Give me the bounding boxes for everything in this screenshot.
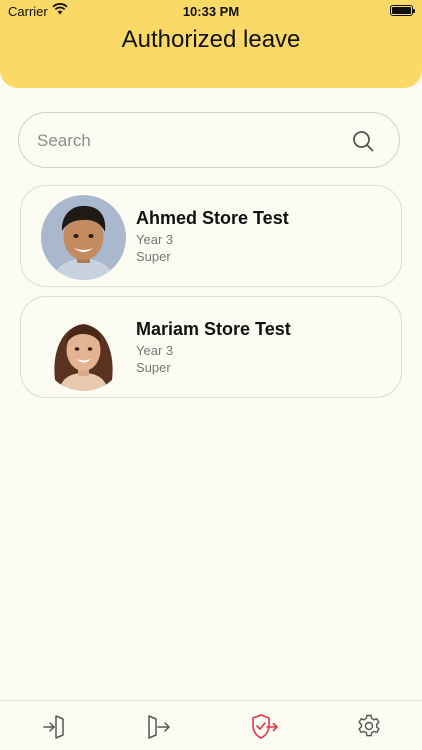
student-card[interactable]: Ahmed Store Test Year 3 Super [20, 185, 402, 287]
search-input[interactable] [37, 125, 337, 157]
entry-icon[interactable] [41, 713, 67, 739]
avatar [41, 195, 126, 280]
student-name: Mariam Store Test [136, 319, 291, 339]
student-year: Year 3 [136, 232, 174, 247]
tab-bar [0, 700, 422, 750]
search-bar[interactable] [18, 112, 400, 168]
gear-icon[interactable] [356, 713, 382, 739]
student-year: Year 3 [136, 343, 174, 358]
avatar [41, 306, 126, 391]
student-name: Ahmed Store Test [136, 208, 289, 228]
authorized-leave-icon[interactable] [250, 713, 278, 739]
header: Carrier 10:33 PM Authorized leave [0, 0, 422, 88]
exit-icon[interactable] [146, 713, 172, 739]
page-title: Authorized leave [121, 26, 301, 53]
student-card[interactable]: Mariam Store Test Year 3 Super [20, 296, 402, 398]
status-bar: Carrier 10:33 PM [0, 0, 422, 22]
student-level: Super [136, 360, 171, 375]
battery-icon [390, 5, 415, 16]
search-icon[interactable] [351, 129, 375, 153]
clock: 10:33 PM [182, 4, 240, 19]
student-level: Super [136, 249, 171, 264]
